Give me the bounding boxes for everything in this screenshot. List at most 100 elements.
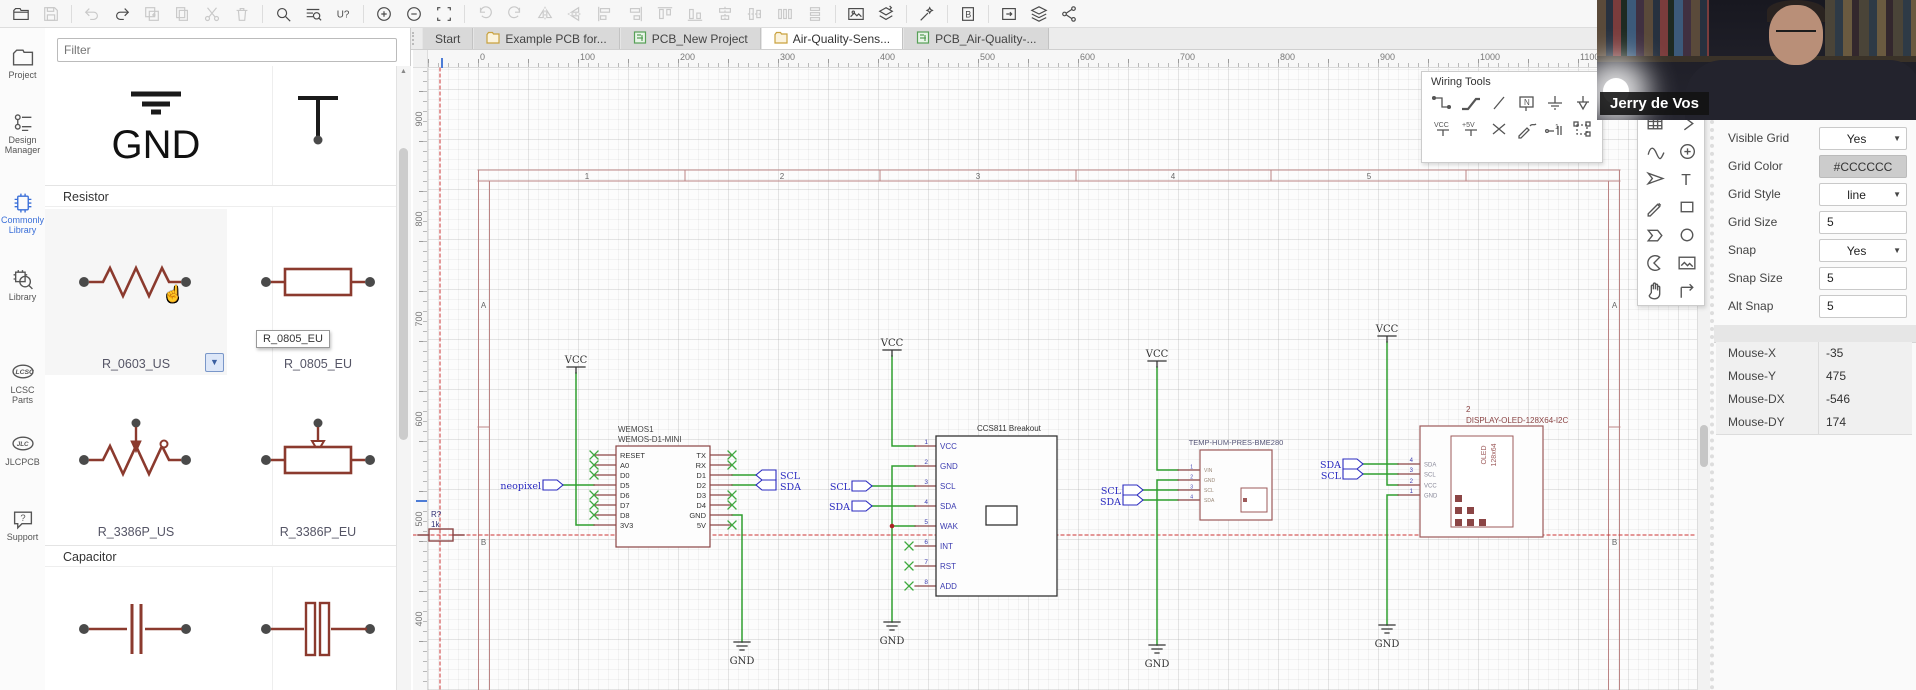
filter-input[interactable] <box>57 38 397 62</box>
layers-icon[interactable] <box>1024 2 1054 26</box>
grid-color-swatch[interactable]: #CCCCCC <box>1819 155 1907 178</box>
ground-icon[interactable] <box>1540 90 1568 116</box>
variant-dropdown-button[interactable]: ▼ <box>205 353 224 372</box>
tabbar-drag-handle-icon <box>412 32 420 45</box>
svg-text:RESET: RESET <box>620 451 645 460</box>
sidebar-item-design-manager[interactable]: Design Manager <box>0 111 45 155</box>
zoom-in-icon[interactable] <box>369 2 399 26</box>
arrow-icon[interactable] <box>1639 165 1671 193</box>
search-icon[interactable] <box>268 2 298 26</box>
library-item-vcc[interactable]: VCC <box>227 66 409 204</box>
rect-icon[interactable] <box>1671 193 1703 221</box>
bus-icon[interactable] <box>1456 90 1484 116</box>
library-item-gnd[interactable]: GND GND Ground(1) <box>45 66 227 204</box>
net-port-icon[interactable]: 1 <box>1540 116 1568 142</box>
redo-icon[interactable] <box>107 2 137 26</box>
vcc-flag-icon[interactable]: VCC <box>1428 116 1456 142</box>
tab-start[interactable]: Start <box>422 28 474 49</box>
pencil-icon[interactable] <box>1639 193 1671 221</box>
svg-text:D3: D3 <box>696 491 706 500</box>
spell-check-icon[interactable]: U? <box>328 2 358 26</box>
library-item-r3386peu[interactable]: R_3386P_EU <box>227 375 409 545</box>
snap-size-input[interactable]: 5 <box>1819 267 1907 290</box>
scroll-up-icon[interactable]: ▲ <box>400 68 407 75</box>
layer-order-icon[interactable] <box>871 2 901 26</box>
library-scrollbar[interactable]: ▲ <box>396 66 411 690</box>
wire-icon[interactable] <box>1428 90 1456 116</box>
bezier-icon[interactable] <box>1639 137 1671 165</box>
image-icon[interactable] <box>1671 249 1703 277</box>
clone-icon <box>137 2 167 26</box>
component-oled-display[interactable]: 2 DISPLAY-OLED-128X64-I2C OLED 128x64 <box>1419 405 1568 538</box>
sidebar-item-support[interactable]: ? Support <box>0 508 45 542</box>
drag-hand-icon[interactable] <box>1639 277 1671 305</box>
library-item-r0805eu[interactable]: R_0805_EU <box>227 209 409 375</box>
svg-text:B: B <box>1612 538 1617 547</box>
svg-text:LCSC: LCSC <box>15 369 34 376</box>
net-flag-group-icon[interactable] <box>1568 116 1596 142</box>
toolbar-separator <box>835 4 836 23</box>
arc-center-icon[interactable] <box>1671 137 1703 165</box>
svg-text:SCL: SCL <box>780 471 801 482</box>
grid-style-select[interactable]: line ▼ <box>1819 183 1907 206</box>
bus-entry-icon[interactable] <box>1484 90 1512 116</box>
pcb-doc-icon <box>633 30 647 48</box>
grid-size-input[interactable]: 5 <box>1819 211 1907 234</box>
svg-text:SDA: SDA <box>829 502 850 513</box>
tab-pcb-air-quality[interactable]: PCB_Air-Quality-... <box>903 28 1050 49</box>
find-similar-icon[interactable] <box>298 2 328 26</box>
svg-text:SCL: SCL <box>1321 471 1342 482</box>
bookshelf-right <box>1825 0 1916 62</box>
arc-icon[interactable] <box>1639 249 1671 277</box>
export-icon[interactable] <box>994 2 1024 26</box>
toolbar-separator <box>906 4 907 23</box>
library-scrollbar-thumb[interactable] <box>399 148 408 440</box>
share-icon[interactable] <box>1054 2 1084 26</box>
bom-icon[interactable]: B <box>953 2 983 26</box>
svg-text:1: 1 <box>1190 465 1193 471</box>
svg-text:GND: GND <box>1204 478 1216 484</box>
insert-image-icon[interactable] <box>841 2 871 26</box>
tab-pcb-new-project[interactable]: PCB_New Project <box>619 28 761 49</box>
svg-text:B: B <box>481 538 486 547</box>
svg-text:GND: GND <box>1375 639 1400 650</box>
canvas-vscrollbar-thumb[interactable] <box>1700 425 1708 467</box>
tab-air-quality-sensor[interactable]: Air-Quality-Sens... <box>760 28 904 49</box>
text-icon[interactable]: T <box>1671 165 1703 193</box>
toolbar-separator <box>262 4 263 23</box>
zoom-fit-icon[interactable] <box>429 2 459 26</box>
magic-wand-icon[interactable] <box>912 2 942 26</box>
align-top-icon <box>650 2 680 26</box>
support-bubble-icon: ? <box>0 508 45 530</box>
library-item-r3386pus[interactable]: R_3386P_US <box>45 375 227 545</box>
new-file-icon[interactable] <box>6 2 36 26</box>
sidebar-item-commonly-library[interactable]: Commonly Library <box>0 191 45 235</box>
snap-select[interactable]: Yes ▼ <box>1819 239 1907 262</box>
sidebar-item-lcsc-parts[interactable]: LCSC LCSC Parts <box>0 361 45 405</box>
zoom-out-icon[interactable] <box>399 2 429 26</box>
properties-panel: Visible Grid Yes ▼ Grid Color #CCCCCC Gri… <box>1710 120 1916 690</box>
library-item-r0603us[interactable]: R_0603_US ☝ <box>45 209 227 375</box>
ground-earth-icon[interactable] <box>1568 90 1596 116</box>
tab-example-pcb[interactable]: Example PCB for... <box>473 28 620 49</box>
sidebar-item-library[interactable]: Library <box>0 268 45 302</box>
placing-part-r[interactable]: R? 1k <box>417 510 465 542</box>
ellipse-icon[interactable] <box>1671 221 1703 249</box>
component-bme280[interactable]: TEMP-HUM-PRES-BME280 <box>1189 438 1284 521</box>
align-bottom-icon <box>680 2 710 26</box>
sidebar-item-project[interactable]: Project <box>0 46 45 80</box>
polygon-icon[interactable] <box>1639 221 1671 249</box>
polyline-icon[interactable] <box>1671 277 1703 305</box>
signal-pen-icon[interactable] <box>1512 116 1540 142</box>
sidebar-item-jlcpcb[interactable]: JLC JLCPCB <box>0 433 45 467</box>
svg-text:D5: D5 <box>620 481 630 490</box>
webcam-name-label: Jerry de Vos <box>1600 92 1709 115</box>
visible-grid-select[interactable]: Yes ▼ <box>1819 127 1907 150</box>
net-label-icon[interactable]: N <box>1512 90 1540 116</box>
library-item-cap-eu[interactable] <box>227 569 409 690</box>
no-connect-icon[interactable] <box>1484 116 1512 142</box>
library-item-cap-us[interactable] <box>45 569 227 690</box>
plus-5v-flag-icon[interactable]: +5V <box>1456 116 1484 142</box>
svg-text:TX: TX <box>696 451 706 460</box>
alt-snap-input[interactable]: 5 <box>1819 295 1907 318</box>
